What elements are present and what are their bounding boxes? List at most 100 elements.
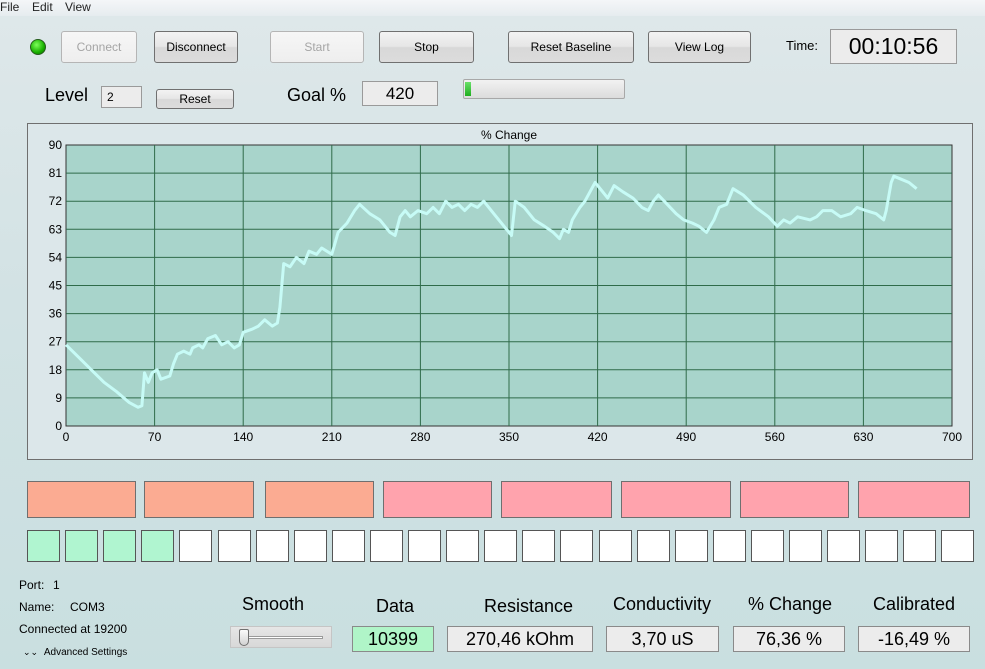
start-button[interactable]: Start — [270, 31, 364, 63]
resistance-label: Resistance — [484, 596, 574, 616]
level-segment — [383, 481, 492, 518]
progress-square — [369, 530, 403, 562]
menu-bar: File Edit View — [0, 0, 985, 16]
level-label: Level — [45, 85, 89, 105]
x-tick-label: 0 — [63, 430, 70, 444]
progress-square — [484, 530, 518, 562]
connection-status-text: Connected at 19200 — [19, 622, 128, 636]
progress-square — [293, 530, 327, 562]
y-tick-label: 18 — [49, 363, 63, 377]
progress-square — [598, 530, 632, 562]
port-value: 1 — [53, 578, 60, 592]
level-reset-button[interactable]: Reset — [156, 89, 234, 109]
y-tick-label: 0 — [55, 419, 62, 433]
reset-baseline-button[interactable]: Reset Baseline — [508, 31, 634, 63]
progress-square — [408, 530, 441, 562]
smooth-label: Smooth — [242, 594, 305, 614]
conductivity-value: 3,70 uS — [606, 626, 719, 652]
x-tick-label: 700 — [942, 430, 962, 444]
y-tick-label: 36 — [49, 307, 63, 321]
progress-square — [674, 530, 708, 562]
level-segment — [144, 481, 254, 518]
connection-status-led — [30, 39, 46, 55]
percent-change-label: % Change — [748, 594, 833, 614]
x-tick-label: 280 — [410, 430, 430, 444]
level-segment — [501, 481, 612, 518]
smooth-slider-thumb[interactable] — [239, 629, 249, 646]
progress-square — [179, 530, 213, 562]
chart-title: % Change — [481, 128, 537, 142]
chart-svg: 0 70 140 210 280 350 420 490 560 630 700 0 9 18 27 36 45… — [49, 128, 963, 444]
progress-square — [103, 530, 137, 562]
menu-view[interactable]: View — [65, 0, 91, 14]
progress-square — [827, 530, 861, 562]
calibrated-label: Calibrated — [873, 594, 956, 614]
y-tick-label: 27 — [49, 335, 63, 349]
calibrated-value: -16,49 % — [858, 626, 970, 652]
progress-square — [27, 530, 60, 562]
smooth-slider-line — [239, 636, 323, 639]
y-tick-label: 72 — [49, 194, 63, 208]
x-tick-label: 70 — [148, 430, 162, 444]
x-tick-label: 490 — [676, 430, 696, 444]
y-tick-label: 63 — [49, 222, 63, 236]
progress-square — [789, 530, 822, 562]
x-tick-label: 140 — [233, 430, 253, 444]
level-segment — [265, 481, 374, 518]
connect-button[interactable]: Connect — [61, 31, 137, 63]
data-label: Data — [376, 596, 415, 616]
progress-square — [903, 530, 937, 562]
smooth-slider[interactable] — [230, 626, 332, 648]
x-tick-label: 420 — [588, 430, 608, 444]
menu-file[interactable]: File — [0, 0, 19, 14]
elapsed-time-display: 00:10:56 — [830, 29, 957, 64]
view-log-button[interactable]: View Log — [648, 31, 751, 63]
progress-square — [560, 530, 594, 562]
progress-square — [141, 530, 175, 562]
x-tick-label: 350 — [499, 430, 519, 444]
level-segment — [740, 481, 849, 518]
goal-value-display: 420 — [362, 81, 438, 106]
data-value: 10399 — [352, 626, 434, 652]
percent-change-value: 76,36 % — [733, 626, 845, 652]
y-tick-label: 54 — [49, 250, 63, 264]
progress-square — [750, 530, 784, 562]
name-value: COM3 — [70, 600, 105, 614]
y-tick-label: 81 — [49, 166, 63, 180]
progress-square — [331, 530, 365, 562]
level-input[interactable]: 2 — [101, 86, 142, 108]
menu-edit[interactable]: Edit — [32, 0, 53, 14]
goal-progress-bar — [463, 79, 625, 99]
progress-square — [712, 530, 746, 562]
stop-button[interactable]: Stop — [379, 31, 474, 63]
y-tick-label: 90 — [49, 138, 63, 152]
level-segment — [621, 481, 731, 518]
y-tick-label: 45 — [49, 279, 63, 293]
progress-square — [255, 530, 289, 562]
time-label: Time: — [786, 38, 819, 53]
x-tick-label: 210 — [322, 430, 342, 444]
progress-square — [636, 530, 670, 562]
level-segment — [27, 481, 136, 518]
progress-square — [217, 530, 251, 562]
resistance-value: 270,46 kOhm — [447, 626, 593, 652]
chevron-double-down-icon: ⌄⌄ — [23, 647, 39, 657]
conductivity-label: Conductivity — [613, 594, 712, 614]
x-tick-label: 630 — [853, 430, 873, 444]
progress-square — [446, 530, 480, 562]
port-label: Port: — [19, 578, 45, 592]
progress-square — [941, 530, 975, 562]
goal-label: Goal % — [287, 85, 347, 105]
disconnect-button[interactable]: Disconnect — [154, 31, 238, 63]
progress-square — [522, 530, 556, 562]
progress-square — [865, 530, 899, 562]
name-label: Name: — [19, 600, 55, 614]
progress-square — [65, 530, 99, 562]
percent-change-chart: 0 70 140 210 280 350 420 490 560 630 700 0 9 18 27 36 45… — [27, 123, 973, 460]
level-segment — [858, 481, 970, 518]
advanced-settings-label: Advanced Settings — [43, 647, 128, 658]
goal-progress-fill — [465, 82, 471, 96]
y-tick-label: 9 — [55, 391, 62, 405]
advanced-settings-toggle[interactable]: ⌄⌄ Advanced Settings — [23, 647, 127, 658]
x-tick-label: 560 — [765, 430, 785, 444]
